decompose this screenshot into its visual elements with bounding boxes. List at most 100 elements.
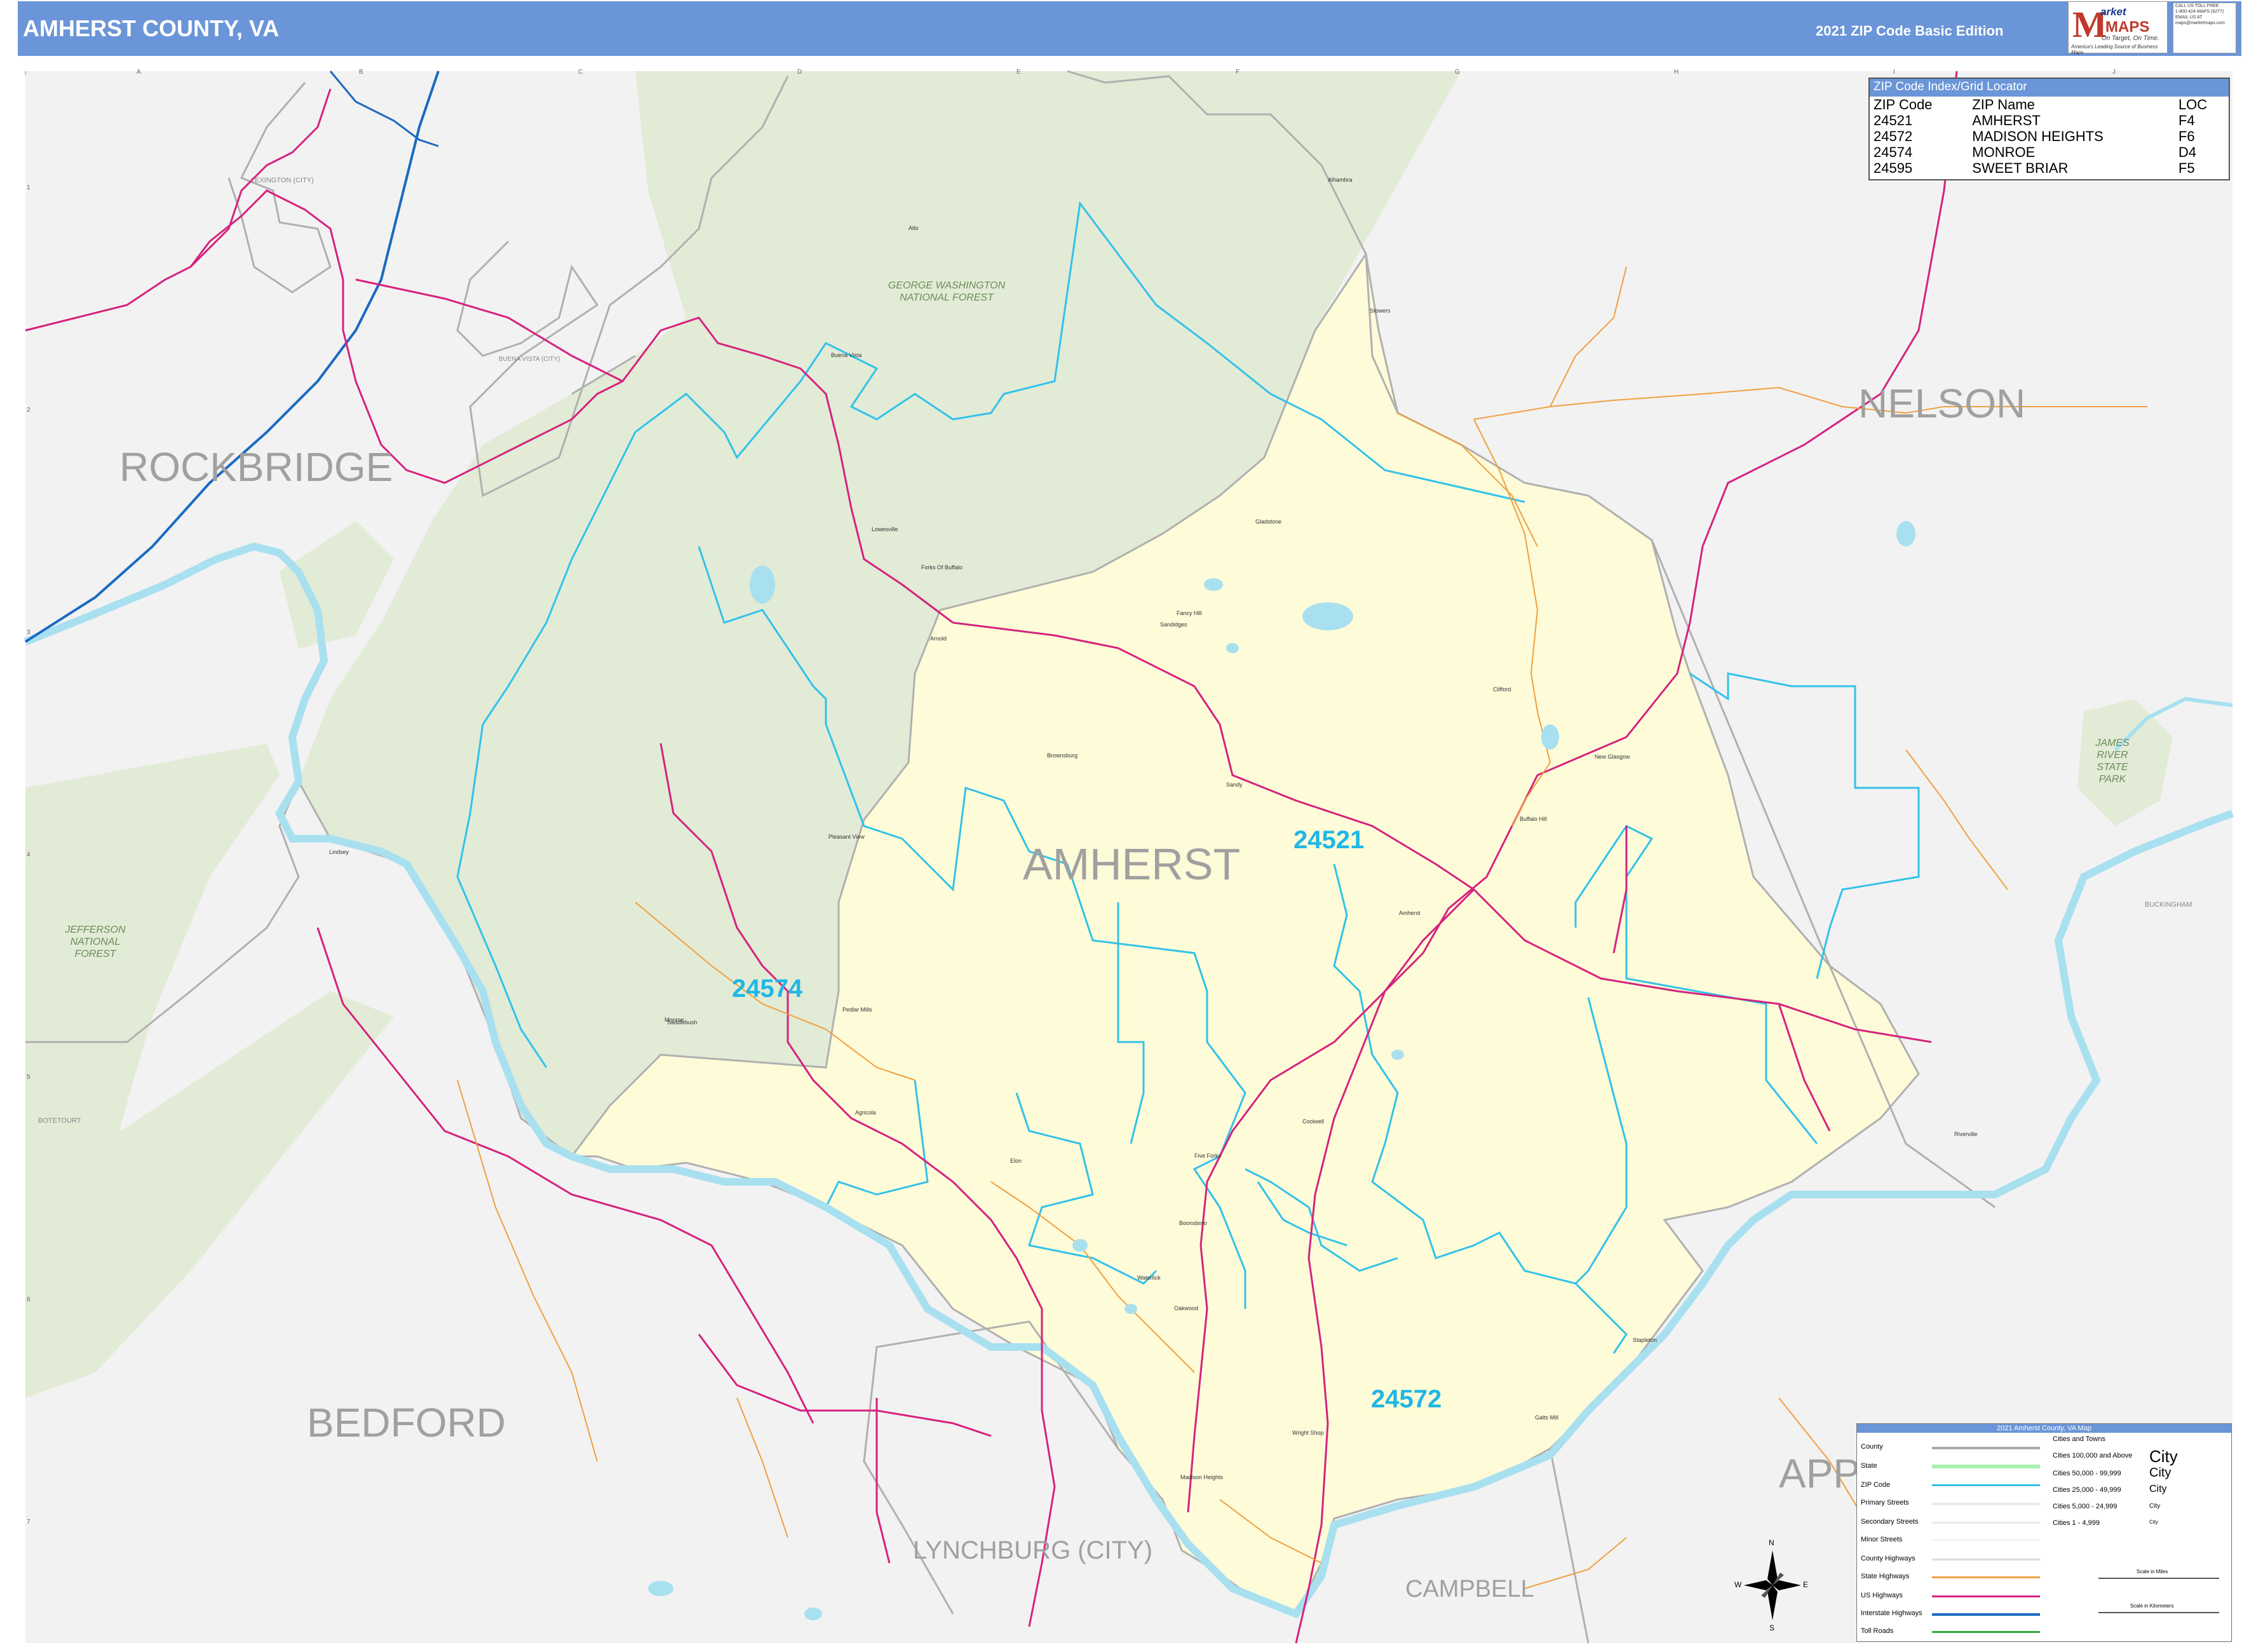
zip-index-title: ZIP Code Index/Grid Locator — [1870, 79, 2229, 97]
town-label: Lowesville — [872, 526, 898, 532]
legend-city-50k: Cities 50,000 - 99,999 — [2053, 1470, 2121, 1477]
zip-loc-cell: F6 — [2178, 128, 2195, 144]
zip-code-cell: 24521 — [1874, 112, 1913, 128]
town-label: Buffalo Hill — [1520, 816, 1547, 822]
grid-row-label: 7 — [27, 1519, 30, 1526]
compass-icon — [1744, 1550, 1801, 1620]
town-label: Clifford — [1493, 686, 1511, 693]
grid-row-label: 2 — [27, 407, 30, 414]
map-legend: 2021 Amherst County, VA Map County State… — [1856, 1423, 2232, 1642]
town-label: Coolwell — [1302, 1118, 1325, 1125]
legend-state-line — [1932, 1465, 2040, 1468]
town-label: Five Forks — [1194, 1153, 1222, 1159]
zip-loc-cell: F5 — [2178, 160, 2195, 176]
zip-label-24574: 24574 — [732, 975, 803, 1003]
zip-index-panel: ZIP Code Index/Grid Locator ZIP Code ZIP… — [1868, 78, 2230, 180]
zip-index-header: ZIP Name — [1972, 97, 2035, 112]
legend-city-1: Cities 1 - 4,999 — [2053, 1519, 2100, 1527]
town-label: Stapleton — [1633, 1337, 1658, 1343]
grid-col-label: C — [578, 69, 583, 76]
town-label: Forks Of Buffalo — [921, 564, 962, 571]
zip-name-cell: AMHERST — [1972, 112, 2041, 128]
grid-row-label: 1 — [27, 184, 30, 191]
zip-index-row[interactable]: 24574 MONROE D4 — [1870, 144, 2229, 160]
town-label: Boonsboro — [1179, 1220, 1207, 1226]
zip-name-cell: MADISON HEIGHTS — [1972, 128, 2104, 144]
legend-city-100k: Cities 100,000 and Above — [2053, 1452, 2133, 1459]
legend-scale-miles-bar — [2098, 1578, 2219, 1579]
legend-toll: Toll Roads — [1861, 1627, 1894, 1635]
legend-secondary-line — [1932, 1522, 2040, 1524]
town-label: Fancy Hill — [1177, 610, 1202, 616]
legend-interstate: Interstate Highways — [1861, 1609, 1922, 1617]
grid-row-label: 4 — [27, 851, 30, 858]
grid-col-label: E — [1016, 69, 1021, 76]
label-buckingham: BUCKINGHAM — [2145, 901, 2192, 909]
compass-s: S — [1769, 1623, 1775, 1632]
town-label: Lindsey — [329, 849, 349, 855]
legend-state: State — [1861, 1462, 1877, 1470]
grid-col-label: D — [797, 69, 802, 76]
zip-index-row[interactable]: 24572 MADISON HEIGHTS F6 — [1870, 128, 2229, 144]
grid-col-label: A — [137, 69, 141, 76]
legend-minor-line — [1932, 1540, 2040, 1541]
town-label: Agricola — [855, 1109, 876, 1116]
zip-label-24521: 24521 — [1293, 826, 1365, 854]
town-label: Pleasant View — [828, 834, 865, 840]
label-gw-forest: GEORGE WASHINGTON NATIONAL FOREST — [888, 280, 1006, 303]
legend-minor: Minor Streets — [1861, 1536, 1903, 1543]
county-label-amherst: AMHERST — [1023, 839, 1241, 889]
town-label: New Glasgow — [1595, 754, 1630, 760]
zip-name-cell: SWEET BRIAR — [1972, 160, 2069, 176]
county-label-app: APP — [1779, 1451, 1861, 1496]
grid-col-label: H — [1674, 69, 1679, 76]
grid-col-label: F — [1236, 69, 1240, 76]
county-label-campbell: CAMPBELL — [1405, 1576, 1534, 1602]
label-james-river-park: JAMES RIVER STATE PARK — [2095, 738, 2130, 785]
town-label: Elon — [1010, 1158, 1022, 1164]
legend-county-hwy: County Highways — [1861, 1555, 1915, 1562]
legend-city-5k: Cities 5,000 - 24,999 — [2053, 1503, 2117, 1510]
town-label: Oakwood — [1174, 1305, 1199, 1311]
town-label: Arnold — [930, 635, 947, 642]
zip-code-cell: 24595 — [1874, 160, 1913, 176]
legend-cities-header: Cities and Towns — [2053, 1435, 2105, 1443]
grid-col-label: I — [1893, 69, 1895, 76]
zip-loc-cell: D4 — [2178, 144, 2197, 160]
zip-index-row[interactable]: 24595 SWEET BRIAR F5 — [1870, 160, 2229, 176]
legend-scale-km-bar — [2098, 1612, 2219, 1613]
grid-col-label: B — [359, 69, 363, 76]
town-label: Brownsburg — [1047, 752, 1078, 759]
zip-index-header: LOC — [2178, 97, 2208, 112]
label-jefferson-forest: JEFFERSON NATIONAL FOREST — [65, 924, 126, 959]
zip-label-24572: 24572 — [1371, 1385, 1442, 1413]
compass-w: W — [1734, 1580, 1742, 1589]
legend-secondary: Secondary Streets — [1861, 1518, 1919, 1526]
grid-col-label: J — [2112, 69, 2116, 76]
zip-index-table: ZIP Code ZIP Name LOC 24521 AMHERST F4 2… — [1870, 97, 2229, 176]
town-label: Pedlar Mills — [842, 1006, 872, 1013]
grid-row-label: 3 — [27, 629, 30, 636]
label-lexington: LEXINGTON (CITY) — [251, 177, 314, 184]
legend-city-sample-4: City — [2149, 1503, 2161, 1510]
legend-primary: Primary Streets — [1861, 1499, 1909, 1506]
county-label-bedford: BEDFORD — [307, 1400, 506, 1446]
legend-state-hwy: State Highways — [1861, 1573, 1910, 1580]
legend-zip-line — [1932, 1484, 2040, 1486]
county-label-nelson: NELSON — [1858, 381, 2026, 426]
legend-interstate-line — [1932, 1613, 2040, 1616]
town-label: Riverville — [1954, 1131, 1978, 1137]
legend-county-line — [1932, 1447, 2040, 1449]
legend-us-hwy-line — [1932, 1595, 2040, 1597]
legend-county-hwy-line — [1932, 1559, 2040, 1561]
compass-e: E — [1803, 1580, 1809, 1589]
town-label: Alhambra — [1328, 177, 1353, 183]
compass-rose: N S E W — [1734, 1538, 1811, 1639]
town-label: Galts Mill — [1535, 1414, 1559, 1421]
legend-scale-miles: Scale in Miles — [2137, 1569, 2168, 1574]
town-label: Madison Heights — [1180, 1474, 1224, 1480]
town-label: Buena Vista — [831, 352, 862, 358]
zip-index-row[interactable]: 24521 AMHERST F4 — [1870, 112, 2229, 128]
legend-city-sample-3: City — [2149, 1484, 2167, 1494]
legend-zip: ZIP Code — [1861, 1481, 1891, 1489]
